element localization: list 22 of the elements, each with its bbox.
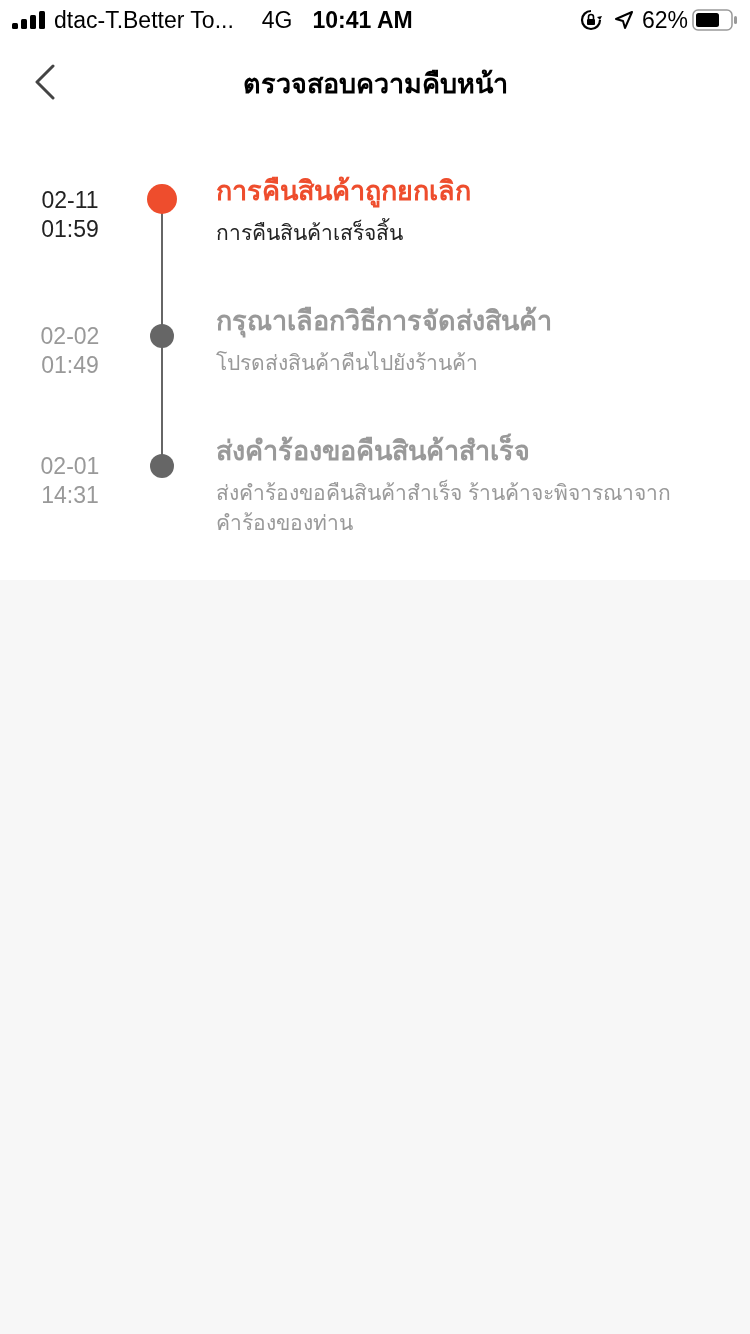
location-arrow-icon bbox=[613, 10, 634, 30]
event-date: 02-11 bbox=[41, 186, 99, 215]
event-description: การคืนสินค้าเสร็จสิ้น bbox=[216, 218, 710, 248]
event-title: การคืนสินค้าถูกยกเลิก bbox=[216, 175, 472, 210]
carrier-name: dtac-T.Better To... bbox=[54, 5, 234, 35]
rotation-lock-icon bbox=[579, 9, 602, 31]
event-date: 02-01 bbox=[40, 452, 100, 481]
event-title: กรุณาเลือกวิธีการจัดส่งสินค้า bbox=[216, 305, 553, 340]
event-description: ส่งคำร้องขอคืนสินค้าสำเร็จ ร้านค้าจะพิจารณาจากคำร้องของท่าน bbox=[216, 478, 672, 536]
event-time: 01:49 bbox=[41, 351, 99, 380]
battery-icon bbox=[692, 9, 738, 31]
back-icon bbox=[34, 64, 56, 100]
event-time: 01:59 bbox=[41, 215, 99, 244]
event-description: โปรดส่งสินค้าคืนไปยังร้านค้า bbox=[216, 350, 479, 376]
event-time: 14:31 bbox=[41, 481, 99, 510]
event-title: ส่งคำร้องขอคืนสินค้าสำเร็จ bbox=[216, 432, 710, 470]
page-title: ตรวจสอบความคืบหน้า bbox=[242, 67, 508, 101]
network-type: 4G bbox=[261, 5, 293, 35]
event-date: 02-02 bbox=[40, 322, 100, 351]
battery-percent: 62% bbox=[641, 5, 688, 35]
signal-icon bbox=[12, 11, 48, 29]
status-time: 10:41 AM bbox=[312, 5, 413, 35]
